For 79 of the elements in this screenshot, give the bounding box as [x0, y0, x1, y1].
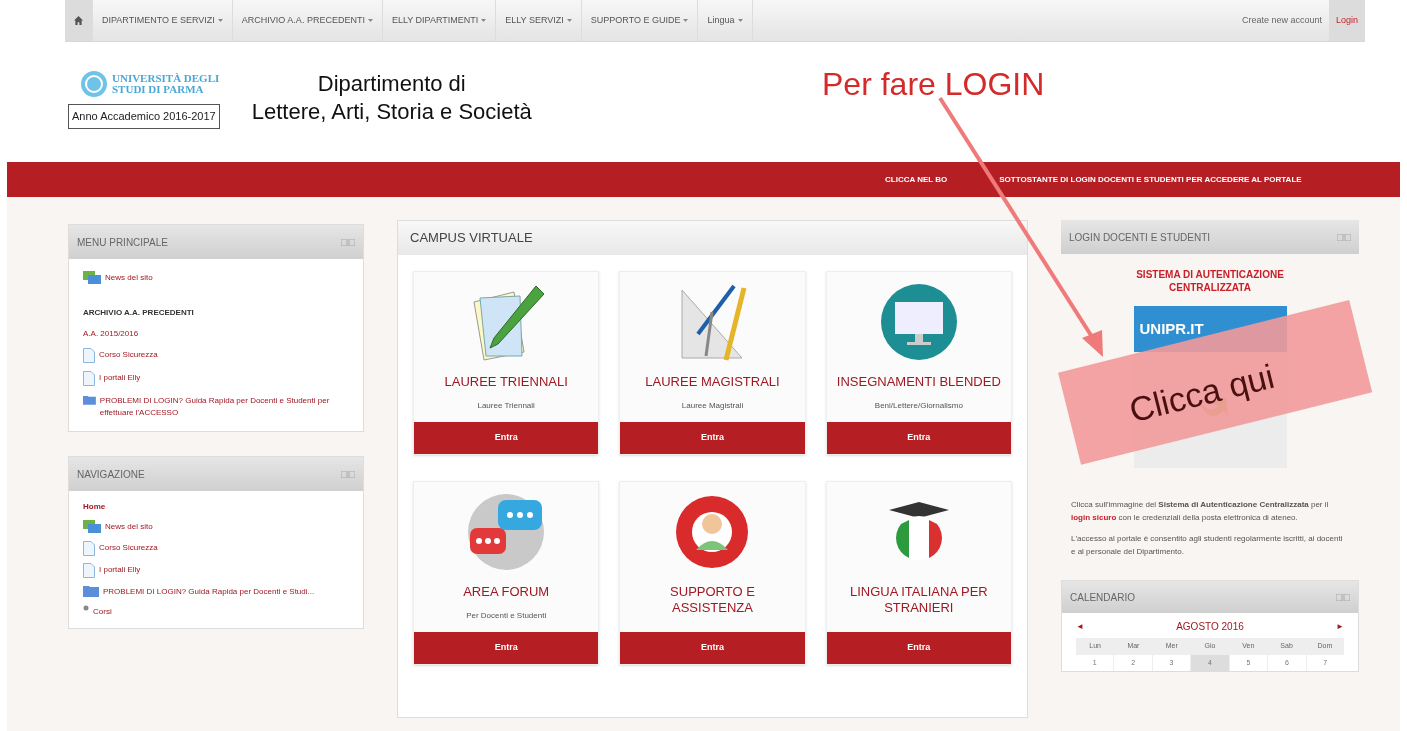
enter-button[interactable]: Entra [826, 632, 1011, 664]
nav-link[interactable]: Home [83, 501, 349, 513]
academic-year-label: Anno Accademico 2016-2017 [68, 104, 220, 129]
caret-icon [737, 19, 743, 22]
caret-icon [367, 19, 373, 22]
menu-link[interactable]: Corsi [93, 605, 112, 618]
logo-text: STUDI DI PARMA [112, 84, 205, 95]
dock-icon[interactable] [1336, 593, 1350, 601]
dock-icon[interactable] [341, 470, 355, 478]
menu-tab[interactable]: SUPPORTO E GUIDE [581, 0, 699, 41]
page-icon [83, 371, 95, 386]
menu-link[interactable]: I portali Elly [99, 371, 141, 384]
chat-icon [83, 520, 101, 534]
page-icon [83, 348, 95, 363]
login-heading: SISTEMA DI AUTENTICAZIONE CENTRALIZZATA [1135, 268, 1285, 294]
nav-link[interactable]: Create new account [1234, 0, 1329, 41]
annotation-caption: Per fare LOGIN [822, 65, 1045, 104]
section-heading: ARCHIVIO A.A. PRECEDENTI [83, 307, 195, 319]
tile-title: LAUREE TRIENNALI [443, 374, 569, 390]
month-title: AGOSTO 2016 [1176, 620, 1244, 634]
department-title: Dipartimento di Lettere, Arti, Storia e Società [251, 70, 532, 126]
panel-title: CALENDARIO [1070, 590, 1135, 605]
dock-icon[interactable] [1337, 233, 1351, 241]
bullet-icon [83, 605, 89, 611]
home-button[interactable] [65, 0, 93, 41]
menu-tab[interactable]: Lingua [698, 0, 753, 41]
caret-icon [217, 19, 223, 22]
tile-title: AREA FORUM [462, 584, 551, 600]
logo-text: UNIVERSITÀ DEGLI [112, 73, 220, 84]
enter-button[interactable]: Entra [414, 422, 599, 454]
home-icon [74, 16, 83, 25]
tile-subtitle: Beni/Lettere/Giornalismo [874, 400, 963, 412]
panel-title: LOGIN DOCENTI E STUDENTI [1069, 230, 1211, 245]
menu-link[interactable]: Corso Sicurezza [99, 541, 158, 554]
brand-text: UNIPR.IT [1139, 318, 1204, 339]
previous-month-link[interactable]: ◄ [1076, 620, 1084, 633]
seal-icon [80, 70, 108, 98]
banner-text: CLICCA NEL BO [885, 173, 948, 186]
menu-tab[interactable]: ARCHIVIO A.A. PRECEDENTI [232, 0, 383, 41]
menu-link[interactable]: PROBLEMI DI LOGIN? Guida Rapida per Docenti e Studi... [103, 585, 315, 598]
tile-subtitle: Lauree Triennali [477, 400, 535, 412]
menu-link[interactable]: News del sito [105, 271, 153, 284]
login-link[interactable]: login sicuro [1071, 513, 1117, 522]
page-icon [83, 541, 95, 556]
tile-title: LINGUA ITALIANA PER STRANIERI [848, 584, 989, 616]
folder-icon [83, 585, 99, 597]
nav-link[interactable]: Login [1328, 0, 1365, 41]
menu-link[interactable]: Corso Sicurezza [99, 348, 158, 361]
enter-button[interactable]: Entra [826, 422, 1011, 454]
page-icon [83, 563, 95, 578]
banner-text: SOTTOSTANTE DI LOGIN DOCENTI E STUDENTI PER ACCEDERE AL PORTALE [999, 173, 1302, 186]
caret-icon [566, 19, 572, 22]
tile-subtitle: Lauree Magistrali [681, 400, 744, 412]
menu-link[interactable]: A.A. 2015/2016 [83, 327, 139, 340]
tile-title: LAUREE MAGISTRALI [644, 374, 781, 390]
tile-subtitle: Per Docenti e Studenti [466, 610, 547, 622]
panel-title: MENU PRINCIPALE [77, 235, 168, 250]
menu-link[interactable]: PROBLEMI DI LOGIN? Guida Rapida per Docenti e Studenti per effettuare l'ACCESSO [99, 394, 349, 419]
menu-tab[interactable]: ELLY DIPARTIMENTI [382, 0, 497, 41]
menu-link[interactable]: News del sito [105, 520, 153, 533]
panel-title: NAVIGAZIONE [77, 467, 145, 482]
access-info-text: L'accesso al portale è consentito agli studenti regolarmente iscritti, ai docenti e al personale del Dipartimento. [1070, 533, 1344, 558]
tile-title: SUPPORTO E ASSISTENZA [669, 584, 756, 616]
caret-icon [683, 19, 689, 22]
folder-icon [83, 394, 96, 406]
enter-button[interactable]: Entra [620, 422, 805, 454]
caret-icon [481, 19, 487, 22]
sticker-overlay-text: Clicca qui [1124, 355, 1279, 432]
menu-tab[interactable]: DIPARTIMENTO E SERVIZI [93, 0, 233, 41]
next-month-link[interactable]: ► [1336, 620, 1344, 633]
chat-icon [83, 271, 101, 285]
dock-icon[interactable] [341, 238, 355, 246]
enter-button[interactable]: Entra [620, 632, 805, 664]
enter-button[interactable]: Entra [414, 632, 599, 664]
login-info-text: Clicca sull'immagine del Sistema di Autenticazione Centralizzata per il login sicuro con le credenziali della posta elettronica di ateneo. [1070, 499, 1330, 524]
menu-tab[interactable]: ELLY SERVIZI [496, 0, 582, 41]
tile-title: INSEGNAMENTI BLENDED [835, 374, 1002, 390]
panel-title: CAMPUS VIRTUALE [410, 229, 533, 248]
menu-link[interactable]: I portali Elly [99, 563, 141, 576]
